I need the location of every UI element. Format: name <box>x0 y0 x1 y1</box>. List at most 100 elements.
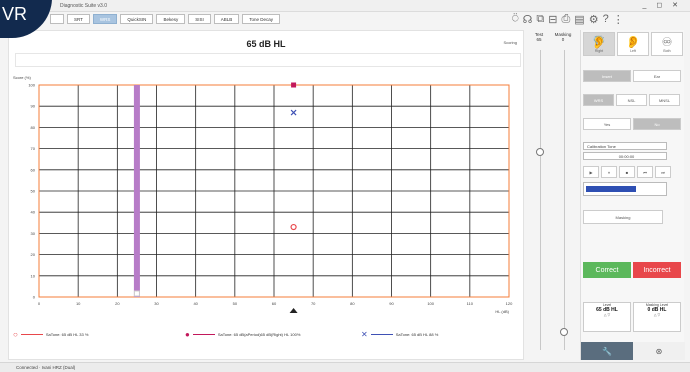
legend-line <box>20 334 43 335</box>
y-tick-label: 100 <box>28 83 35 88</box>
modes-button-2[interactable]: MNSL <box>649 94 680 106</box>
window-controls[interactable]: _ ◻ ✕ <box>643 1 682 9</box>
copy-icon[interactable]: ⧉ <box>536 13 544 26</box>
x-tick-label: 120 <box>506 301 513 306</box>
legend-symbol: ● <box>185 330 190 339</box>
help-icon[interactable]: ? <box>603 13 609 26</box>
correct-button[interactable]: Correct <box>583 262 631 278</box>
status-text: Connected · Ivani HRZ (Dual) <box>16 365 76 370</box>
player-button-4[interactable]: ⏭ <box>655 166 671 178</box>
ear-icon: 🦻 <box>591 35 607 49</box>
level-marker <box>289 308 298 313</box>
test-value: 65 <box>536 37 542 42</box>
x-tick-label: 110 <box>467 301 474 306</box>
x-tick-label: 100 <box>427 301 434 306</box>
masking-slider-head: Masking 0 <box>552 32 574 42</box>
modes-button-1[interactable]: NSL <box>616 94 647 106</box>
data-point-circle <box>290 223 297 231</box>
x-tick-label: 90 <box>389 301 394 306</box>
menu-icon[interactable]: ⋮ <box>613 13 624 26</box>
ear-selector: 🦻 Right 👂 Left ♾ Both <box>583 32 683 56</box>
save-icon[interactable]: ⊟ <box>548 13 557 26</box>
y-tick-label: 0 <box>33 295 36 300</box>
tab-3[interactable]: QuickSIN <box>120 14 154 24</box>
level-sliders: Test 65 Masking 0 <box>528 30 576 360</box>
y-tick-label: 30 <box>31 231 36 236</box>
bottom-tabs: 🔧 ⊛ <box>581 342 685 360</box>
window-title: Diagnostic Suite v3.0 <box>60 3 107 9</box>
ear-icon: 👂 <box>625 35 641 49</box>
x-tick-label: 40 <box>193 301 198 306</box>
tab-2[interactable]: WRS <box>92 14 118 24</box>
x-tick-label: 0 <box>38 301 41 306</box>
x-tick-label: 70 <box>311 301 316 306</box>
masking-slider-thumb[interactable] <box>560 328 568 336</box>
level-box: Level 65 dB HL △ ▽ <box>583 302 631 332</box>
options-icon[interactable]: ⊛ <box>633 342 685 360</box>
score-chart[interactable]: 0 10 20 30 40 50 60 70 80 90 100 0 10 20 30 40 50 60 70 80 9… <box>9 67 525 325</box>
presentation-bar <box>133 85 140 297</box>
toggle-button-1[interactable]: No <box>633 118 681 130</box>
test-slider-track[interactable] <box>540 50 541 350</box>
test-slider-head: Test 65 <box>528 32 550 42</box>
headset-icon[interactable]: ☊ <box>523 13 533 26</box>
settings-icon[interactable]: ⚙ <box>589 13 599 26</box>
level-arrows[interactable]: △ ▽ <box>584 313 630 317</box>
data-point-square <box>291 82 297 88</box>
x-tick-label: 80 <box>350 301 355 306</box>
ear-label: Left <box>630 49 636 53</box>
calibration-select[interactable]: Calibration Tone <box>583 142 667 150</box>
top-icon-bar: ⍥ ☊ ⧉ ⊟ ⎙ ▤ ⚙ ? ⋮ <box>512 13 624 26</box>
x-axis-label: HL (dB) <box>495 309 509 314</box>
tab-4[interactable]: Bekesy <box>156 14 186 24</box>
masking-slider-track[interactable] <box>564 50 565 350</box>
talkover-icon[interactable]: ⍥ <box>512 13 519 26</box>
transducer-row: Insert Ear <box>583 70 681 82</box>
legend-symbol: ○ <box>13 330 18 339</box>
print-icon[interactable]: ⎙ <box>561 13 570 26</box>
trans-button-0[interactable]: Insert <box>583 70 631 82</box>
title-bar: Diagnostic Suite v3.0 _ ◻ ✕ <box>0 0 690 12</box>
tab-7[interactable]: Tone Decay <box>242 14 280 24</box>
legend-symbol: ✕ <box>361 330 368 339</box>
ear-both[interactable]: ♾ Both <box>651 32 683 56</box>
tab-6[interactable]: ABLB <box>213 14 240 24</box>
trans-button-1[interactable]: Ear <box>633 70 681 82</box>
toggle-row: Yes No <box>583 118 681 130</box>
player-button-0[interactable]: ▶ <box>583 166 599 178</box>
tab-0[interactable] <box>50 14 64 24</box>
toggle-button-0[interactable]: Yes <box>583 118 631 130</box>
y-tick-label: 50 <box>31 189 36 194</box>
control-panel: 🦻 Right 👂 Left ♾ Both Insert Ear WRS NSL MNSL Ye… <box>580 30 685 360</box>
legend-text: SaTone: 65 dB HL 33 % <box>45 332 89 337</box>
player-button-1[interactable]: ⏸ <box>601 166 617 178</box>
masking-value: 0 <box>561 37 565 42</box>
test-slider-thumb[interactable] <box>536 148 544 156</box>
legend-line <box>192 334 215 335</box>
mode-row: WRS NSL MNSL <box>583 94 680 106</box>
y-tick-label: 80 <box>31 125 36 130</box>
x-tick-label: 10 <box>76 301 81 306</box>
legend-line <box>370 334 393 335</box>
tab-1[interactable]: SRT <box>67 14 90 24</box>
tools-icon[interactable]: 🔧 <box>581 342 633 360</box>
y-tick-label: 10 <box>31 273 36 278</box>
volume-meter <box>583 182 667 196</box>
masking-level-arrows[interactable]: △ ▽ <box>634 313 680 317</box>
incorrect-button[interactable]: Incorrect <box>633 262 681 278</box>
modes-button-0[interactable]: WRS <box>583 94 614 106</box>
legend-item: ○ SaTone: 65 dB HL 33 % <box>13 330 88 339</box>
tab-5[interactable]: SISI <box>188 14 211 24</box>
volume-meter-fill <box>586 186 636 192</box>
x-tick-label: 20 <box>115 301 120 306</box>
player-button-3[interactable]: ⏮ <box>637 166 653 178</box>
x-tick-label: 60 <box>272 301 277 306</box>
player-button-2[interactable]: ■ <box>619 166 635 178</box>
ear-right[interactable]: 🦻 Right <box>583 32 615 56</box>
test-tabs: SRT WRS QuickSIN Bekesy SISI ABLB Tone Decay <box>50 14 280 28</box>
main-area: 65 dB HL Scoring 0 10 20 30 40 50 60 70 80 90 100 0… <box>8 30 524 360</box>
masking-button[interactable]: Masking <box>583 210 663 224</box>
report-icon[interactable]: ▤ <box>574 13 584 26</box>
ear-left[interactable]: 👂 Left <box>617 32 649 56</box>
ear-icon: ♾ <box>661 35 673 49</box>
